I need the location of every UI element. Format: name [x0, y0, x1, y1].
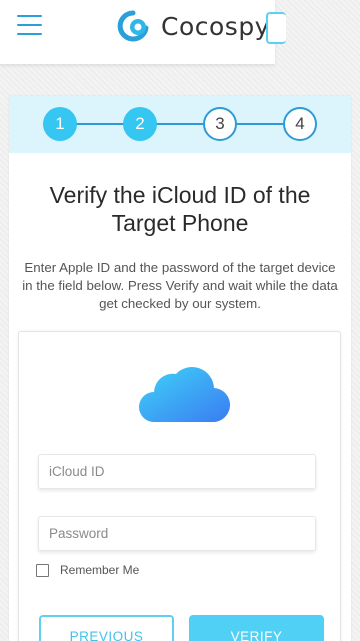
icloud-id-input[interactable] — [38, 454, 316, 489]
password-input[interactable] — [38, 516, 316, 551]
page-title: Verify the iCloud ID of the Target Phone — [49, 182, 311, 236]
menu-bar — [17, 15, 42, 17]
brand-logo[interactable]: Cocospy — [117, 10, 270, 42]
header-action-button[interactable] — [266, 12, 286, 44]
brand-name: Cocospy — [161, 11, 270, 41]
icloud-icon — [139, 367, 230, 423]
step-2: 2 — [123, 107, 157, 141]
remember-me[interactable]: Remember Me — [36, 563, 139, 577]
step-3: 3 — [203, 107, 237, 141]
page-description: Enter Apple ID and the password of the t… — [22, 260, 338, 311]
remember-me-checkbox[interactable] — [36, 563, 49, 577]
previous-button[interactable]: PREVIOUS — [39, 615, 174, 641]
verification-card: 1 2 3 4 Verify the iCloud ID of the Targ… — [9, 96, 351, 641]
hamburger-menu-icon[interactable] — [17, 15, 42, 35]
top-header: Cocospy — [0, 0, 286, 64]
menu-bar — [17, 33, 42, 35]
remember-me-label: Remember Me — [60, 563, 140, 577]
cocospy-logo-icon — [117, 10, 149, 42]
menu-bar — [17, 24, 42, 26]
step-1: 1 — [43, 107, 77, 141]
progress-steps: 1 2 3 4 — [9, 96, 351, 153]
step-4: 4 — [283, 107, 317, 141]
icloud-form: Remember Me PREVIOUS VERIFY — [18, 331, 341, 641]
verify-button[interactable]: VERIFY — [189, 615, 324, 641]
